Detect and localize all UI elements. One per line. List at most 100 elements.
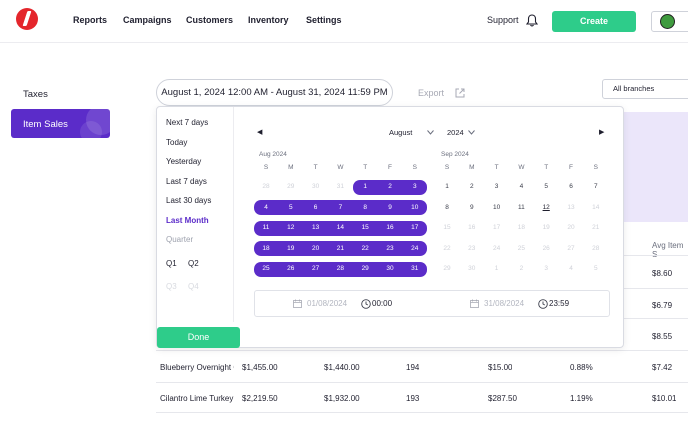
calendar-day[interactable]: 8 bbox=[435, 201, 459, 215]
sidebar-item-taxes[interactable]: Taxes bbox=[23, 89, 48, 100]
preset-next-7-days[interactable]: Next 7 days bbox=[166, 118, 208, 127]
nav-customers[interactable]: Customers bbox=[186, 15, 233, 25]
calendar-day[interactable]: 7 bbox=[328, 201, 352, 215]
external-link-icon[interactable] bbox=[455, 88, 465, 98]
calendar-day[interactable]: 22 bbox=[353, 242, 377, 256]
calendar-day[interactable]: 14 bbox=[328, 221, 352, 235]
calendar-day[interactable]: 10 bbox=[485, 201, 509, 215]
calendar-day[interactable]: 23 bbox=[378, 242, 402, 256]
user-menu[interactable] bbox=[651, 11, 688, 32]
clock-icon bbox=[538, 299, 548, 309]
preset-today[interactable]: Today bbox=[166, 138, 187, 147]
top-nav: Reports Campaigns Customers Inventory Se… bbox=[0, 0, 688, 43]
calendar-day[interactable]: 5 bbox=[534, 180, 558, 194]
calendar-day[interactable]: 31 bbox=[403, 262, 427, 276]
calendar-day[interactable]: 7 bbox=[584, 180, 608, 194]
column-header-avg-item-sale[interactable]: Avg Item S bbox=[652, 241, 688, 259]
weekday-label: W bbox=[518, 164, 525, 171]
calendar-day[interactable]: 2 bbox=[378, 180, 402, 194]
calendar-day[interactable]: 20 bbox=[304, 242, 328, 256]
preset-yesterday[interactable]: Yesterday bbox=[166, 157, 201, 166]
calendar-day[interactable]: 30 bbox=[378, 262, 402, 276]
time-range-inputs: 01/08/2024 00:00 31/08/2024 23:59 bbox=[254, 290, 610, 317]
calendar-day: 29 bbox=[443, 265, 451, 272]
calendar-day[interactable]: 3 bbox=[485, 180, 509, 194]
start-date-field[interactable]: 01/08/2024 bbox=[307, 299, 347, 308]
calendar-day[interactable]: 11 bbox=[509, 201, 533, 215]
calendar-day[interactable]: 13 bbox=[304, 221, 328, 235]
calendar-day[interactable]: 26 bbox=[279, 262, 303, 276]
calendar-day[interactable]: 25 bbox=[254, 262, 278, 276]
calendar-day[interactable]: 1 bbox=[353, 180, 377, 194]
calendar-day[interactable]: 24 bbox=[403, 242, 427, 256]
calendar-day[interactable]: 15 bbox=[353, 221, 377, 235]
sidebar-item-item-sales[interactable]: Item Sales bbox=[11, 109, 110, 138]
calendar-day[interactable]: 4 bbox=[509, 180, 533, 194]
end-date-field[interactable]: 31/08/2024 bbox=[484, 299, 524, 308]
calendar-day: 22 bbox=[443, 244, 451, 252]
calendar-day[interactable]: 12 bbox=[279, 221, 303, 235]
weekday-label: T bbox=[363, 164, 368, 171]
preset-q3: Q3 bbox=[166, 282, 177, 291]
end-time-field[interactable]: 23:59 bbox=[549, 299, 569, 308]
calendar-day[interactable]: 10 bbox=[403, 201, 427, 215]
calendar-day: 4 bbox=[569, 265, 573, 272]
preset-last-month[interactable]: Last Month bbox=[166, 216, 209, 225]
calendar-day[interactable]: 28 bbox=[328, 262, 352, 276]
date-range-selector[interactable]: August 1, 2024 12:00 AM - August 31, 202… bbox=[156, 79, 393, 106]
preset-q2[interactable]: Q2 bbox=[188, 259, 199, 268]
nav-campaigns[interactable]: Campaigns bbox=[123, 15, 172, 25]
cell-avg: $7.42 bbox=[652, 363, 673, 372]
calendar-icon bbox=[470, 299, 479, 308]
calendar-day[interactable]: 3 bbox=[403, 180, 427, 194]
calendar-day[interactable]: 18 bbox=[254, 242, 278, 256]
chevron-down-icon bbox=[427, 130, 434, 135]
export-button[interactable]: Export bbox=[418, 88, 444, 98]
support-link[interactable]: Support bbox=[487, 15, 519, 25]
calendar-day[interactable]: 19 bbox=[279, 242, 303, 256]
calendar-day[interactable]: 6 bbox=[304, 201, 328, 215]
calendar-day: 13 bbox=[567, 203, 575, 211]
calendar-day[interactable]: 21 bbox=[328, 242, 352, 256]
calendar-day: 16 bbox=[468, 224, 476, 231]
preset-q1[interactable]: Q1 bbox=[166, 259, 177, 268]
bell-icon[interactable] bbox=[526, 14, 538, 27]
preset-last-7-days[interactable]: Last 7 days bbox=[166, 177, 207, 186]
prev-month-button[interactable]: ◀ bbox=[257, 128, 262, 136]
calendar-day: 19 bbox=[542, 224, 550, 231]
calendar-day[interactable]: 11 bbox=[254, 221, 278, 235]
preset-last-30-days[interactable]: Last 30 days bbox=[166, 196, 211, 205]
create-button[interactable]: Create bbox=[552, 11, 636, 32]
calendar-day[interactable]: 9 bbox=[460, 201, 484, 215]
calendar-day: 17 bbox=[492, 224, 501, 231]
nav-reports[interactable]: Reports bbox=[73, 15, 107, 25]
calendar-day[interactable]: 9 bbox=[378, 201, 402, 215]
calendar-day[interactable]: 17 bbox=[403, 221, 427, 235]
logo-mark bbox=[22, 11, 32, 26]
month-select[interactable]: August bbox=[389, 128, 412, 137]
branch-select[interactable]: All branches bbox=[602, 79, 688, 99]
calendar-day[interactable]: 6 bbox=[559, 180, 583, 194]
calendar-day[interactable]: 16 bbox=[378, 221, 402, 235]
calendar-day[interactable]: 29 bbox=[353, 262, 377, 276]
calendar-day[interactable]: 1 bbox=[435, 180, 459, 194]
cell-item-name: Cilantro Lime Turkey L bbox=[160, 394, 234, 403]
calendar-day: 30 bbox=[468, 265, 476, 272]
start-time-field[interactable]: 00:00 bbox=[372, 299, 392, 308]
calendar-day[interactable]: 4 bbox=[254, 201, 278, 215]
calendar-day: 28 bbox=[262, 183, 270, 190]
calendar-day[interactable]: 2 bbox=[460, 180, 484, 194]
calendar-day[interactable]: 5 bbox=[279, 201, 303, 215]
weekday-label: F bbox=[388, 164, 392, 171]
brand-logo[interactable] bbox=[16, 8, 38, 30]
nav-inventory[interactable]: Inventory bbox=[248, 15, 289, 25]
calendar-day[interactable]: 12 bbox=[534, 201, 558, 215]
next-month-button[interactable]: ▶ bbox=[599, 128, 604, 136]
done-button[interactable]: Done bbox=[157, 327, 240, 348]
calendar-day: 28 bbox=[592, 244, 600, 252]
nav-settings[interactable]: Settings bbox=[306, 15, 342, 25]
calendar-day[interactable]: 27 bbox=[304, 262, 328, 276]
calendar-day[interactable]: 8 bbox=[353, 201, 377, 215]
year-select[interactable]: 2024 bbox=[447, 128, 464, 137]
preset-quarter[interactable]: Quarter bbox=[166, 235, 193, 244]
